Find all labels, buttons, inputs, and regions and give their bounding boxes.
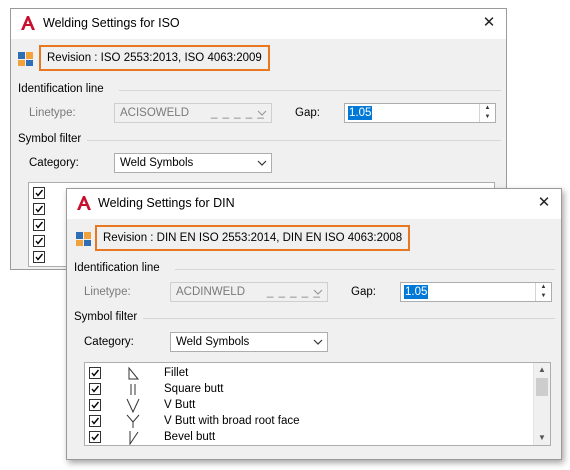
iso-category-value: Weld Symbols	[120, 157, 194, 169]
check-icon	[35, 205, 44, 213]
symbol-label: Square butt	[164, 383, 224, 395]
din-category-value: Weld Symbols	[176, 336, 250, 348]
chevron-down-icon	[257, 160, 267, 166]
square-butt-weld-icon	[130, 384, 136, 395]
check-icon	[35, 237, 44, 245]
din-identification-divider	[175, 269, 555, 270]
scroll-down-icon[interactable]: ▼	[534, 431, 550, 445]
scrollbar-thumb[interactable]	[536, 378, 548, 396]
symbol-label: V Butt	[164, 399, 196, 411]
iso-category-select[interactable]: Weld Symbols	[114, 153, 272, 173]
symbol-label: Bevel butt	[164, 431, 216, 443]
revision-icon	[76, 232, 91, 246]
list-item[interactable]	[29, 234, 69, 250]
spin-up-icon[interactable]: ▲	[480, 104, 495, 113]
fillet-weld-icon	[128, 366, 140, 380]
list-item[interactable]: Square butt	[85, 382, 535, 398]
check-icon	[35, 221, 44, 229]
checkbox[interactable]	[89, 383, 101, 395]
iso-identification-heading: Identification line	[18, 83, 104, 95]
check-icon	[91, 433, 100, 441]
iso-linetype-label: Linetype:	[29, 107, 76, 119]
din-gap-value[interactable]: 1.05	[404, 285, 429, 299]
revision-icon	[18, 52, 33, 66]
iso-symbol-filter-divider	[87, 140, 501, 141]
spin-down-icon[interactable]: ▼	[536, 292, 551, 301]
list-item[interactable]: Fillet	[85, 366, 535, 382]
din-revision-box: Revision : DIN EN ISO 2553:2014, DIN EN …	[95, 225, 411, 251]
checkbox[interactable]	[33, 187, 45, 199]
list-item[interactable]: Bevel butt	[85, 430, 535, 445]
iso-gap-value[interactable]: 1.05	[348, 106, 373, 120]
din-dialog: Welding Settings for DIN ✕ Revision : DI…	[66, 188, 562, 460]
iso-close-button[interactable]: ✕	[480, 14, 498, 32]
checkbox[interactable]	[89, 415, 101, 427]
din-dialog-title: Welding Settings for DIN	[98, 196, 235, 210]
check-icon	[91, 385, 100, 393]
din-linetype-label: Linetype:	[84, 286, 131, 298]
check-icon	[35, 189, 44, 197]
check-icon	[91, 417, 100, 425]
symbol-label: V Butt with broad root face	[164, 415, 300, 427]
din-symbol-filter-heading: Symbol filter	[74, 311, 138, 323]
chevron-down-icon	[313, 289, 323, 295]
iso-dialog-title: Welding Settings for ISO	[43, 16, 180, 30]
symbol-list-scrollbar[interactable]: ▲ ▼	[533, 363, 550, 445]
list-item[interactable]	[29, 186, 69, 202]
checkbox[interactable]	[33, 219, 45, 231]
iso-gap-spinner[interactable]: 1.05 ▲ ▼	[344, 103, 496, 123]
chevron-down-icon	[313, 339, 323, 345]
iso-titlebar[interactable]: Welding Settings for ISO ✕	[11, 9, 506, 39]
y-butt-weld-icon	[126, 414, 140, 428]
spin-up-icon[interactable]: ▲	[536, 283, 551, 292]
din-symbol-filter-divider	[143, 318, 555, 319]
iso-revision-box: Revision : ISO 2553:2013, ISO 4063:2009	[39, 45, 270, 71]
v-butt-weld-icon	[126, 398, 140, 413]
autocad-logo-icon	[21, 16, 35, 30]
iso-gap-stepper[interactable]: ▲ ▼	[479, 104, 495, 122]
din-linetype-select[interactable]: ACDINWELD _ _ _ _ _	[170, 282, 328, 302]
check-icon	[91, 369, 100, 377]
din-gap-spinner[interactable]: 1.05 ▲ ▼	[400, 282, 552, 302]
din-titlebar[interactable]: Welding Settings for DIN ✕	[67, 189, 561, 219]
check-icon	[91, 401, 100, 409]
symbol-label: Fillet	[164, 367, 189, 379]
iso-category-label: Category:	[29, 157, 79, 169]
checkbox[interactable]	[89, 367, 101, 379]
checkbox[interactable]	[89, 431, 101, 443]
iso-linetype-value: ACISOWELD	[120, 107, 190, 119]
checkbox[interactable]	[33, 235, 45, 247]
list-item[interactable]: V Butt	[85, 398, 535, 414]
list-item[interactable]	[29, 218, 69, 234]
din-gap-stepper[interactable]: ▲ ▼	[535, 283, 551, 301]
din-category-label: Category:	[84, 336, 134, 348]
checkbox[interactable]	[33, 251, 45, 263]
scroll-up-icon[interactable]: ▲	[534, 363, 550, 377]
iso-gap-label: Gap:	[295, 107, 320, 119]
autocad-logo-icon	[77, 196, 91, 210]
din-symbol-list[interactable]: Fillet Square butt V Butt V Butt with br…	[84, 362, 551, 446]
iso-identification-divider	[119, 90, 501, 91]
check-icon	[35, 253, 44, 261]
bevel-butt-weld-icon	[129, 431, 139, 445]
iso-symbol-filter-heading: Symbol filter	[18, 133, 82, 145]
din-close-button[interactable]: ✕	[535, 194, 553, 212]
din-gap-label: Gap:	[351, 286, 376, 298]
din-identification-heading: Identification line	[74, 262, 160, 274]
list-item[interactable]: V Butt with broad root face	[85, 414, 535, 430]
spin-down-icon[interactable]: ▼	[480, 113, 495, 122]
iso-linetype-select[interactable]: ACISOWELD _ _ _ _ _	[114, 103, 272, 123]
din-category-select[interactable]: Weld Symbols	[170, 332, 328, 352]
list-item[interactable]	[29, 250, 69, 266]
chevron-down-icon	[257, 110, 267, 116]
checkbox[interactable]	[33, 203, 45, 215]
list-item[interactable]	[29, 202, 69, 218]
din-linetype-value: ACDINWELD	[176, 286, 246, 298]
checkbox[interactable]	[89, 399, 101, 411]
